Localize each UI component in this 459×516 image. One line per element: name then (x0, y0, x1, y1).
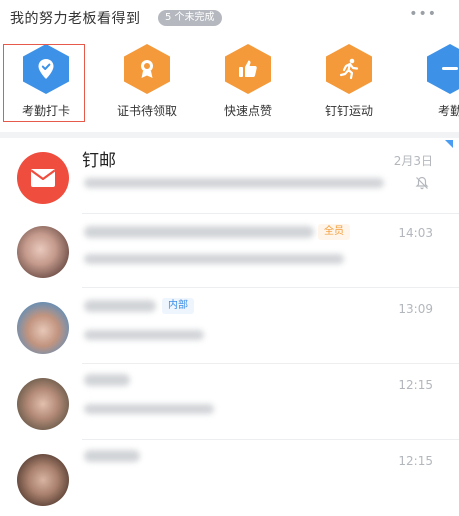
mute-bell-icon (415, 176, 429, 190)
list-item[interactable]: 全员 14:03 (0, 212, 459, 288)
shortcut-attendance-2[interactable]: 考勤 (404, 38, 459, 124)
timestamp: 12:15 (398, 454, 433, 468)
timestamp: 2月3日 (393, 154, 433, 168)
partial-icon (427, 44, 459, 94)
sender-name (84, 300, 156, 312)
avatar (17, 378, 69, 430)
internal-tag: 内部 (162, 298, 194, 314)
avatar (17, 302, 69, 354)
message-preview (84, 254, 344, 264)
timestamp: 12:15 (398, 378, 433, 392)
message-preview (84, 330, 204, 340)
mail-icon (17, 152, 69, 204)
thumbs-up-icon (225, 44, 271, 94)
avatar (17, 454, 69, 506)
certificate-icon (124, 44, 170, 94)
running-icon (326, 44, 372, 94)
list-item[interactable]: 内部 13:09 (0, 288, 459, 364)
sender-name (84, 226, 314, 238)
message-preview (84, 178, 384, 188)
shortcut-quick-like[interactable]: 快速点赞 (202, 38, 292, 124)
header: 我的努力老板看得到 5 个未完成 ••• (0, 0, 459, 36)
more-dots-icon[interactable]: ••• (409, 6, 437, 22)
timestamp: 14:03 (398, 226, 433, 240)
header-title: 我的努力老板看得到 (10, 11, 141, 27)
sender-name (84, 450, 140, 462)
shortcut-label: 考勤 (437, 104, 459, 118)
shortcut-label: 证书待领取 (116, 104, 177, 118)
shortcut-label: 快速点赞 (223, 104, 272, 118)
list-item[interactable]: 12:15 (0, 440, 459, 516)
shortcut-label: 钉钉运动 (324, 104, 373, 118)
conversation-name: 钉邮 (82, 151, 116, 171)
list-item[interactable]: 12:15 (0, 364, 459, 440)
list-item[interactable]: 钉邮 2月3日 (0, 138, 459, 214)
timestamp: 13:09 (398, 302, 433, 316)
avatar (17, 226, 69, 278)
message-preview (84, 404, 214, 414)
corner-marker-icon (445, 140, 453, 148)
selected-shortcut-highlight (3, 44, 85, 122)
sender-name (84, 374, 130, 386)
group-tag: 全员 (318, 224, 350, 240)
pending-count-badge[interactable]: 5 个未完成 (158, 10, 222, 26)
shortcut-certificate[interactable]: 证书待领取 (101, 38, 191, 124)
shortcut-dingtalk-sport[interactable]: 钉钉运动 (303, 38, 393, 124)
